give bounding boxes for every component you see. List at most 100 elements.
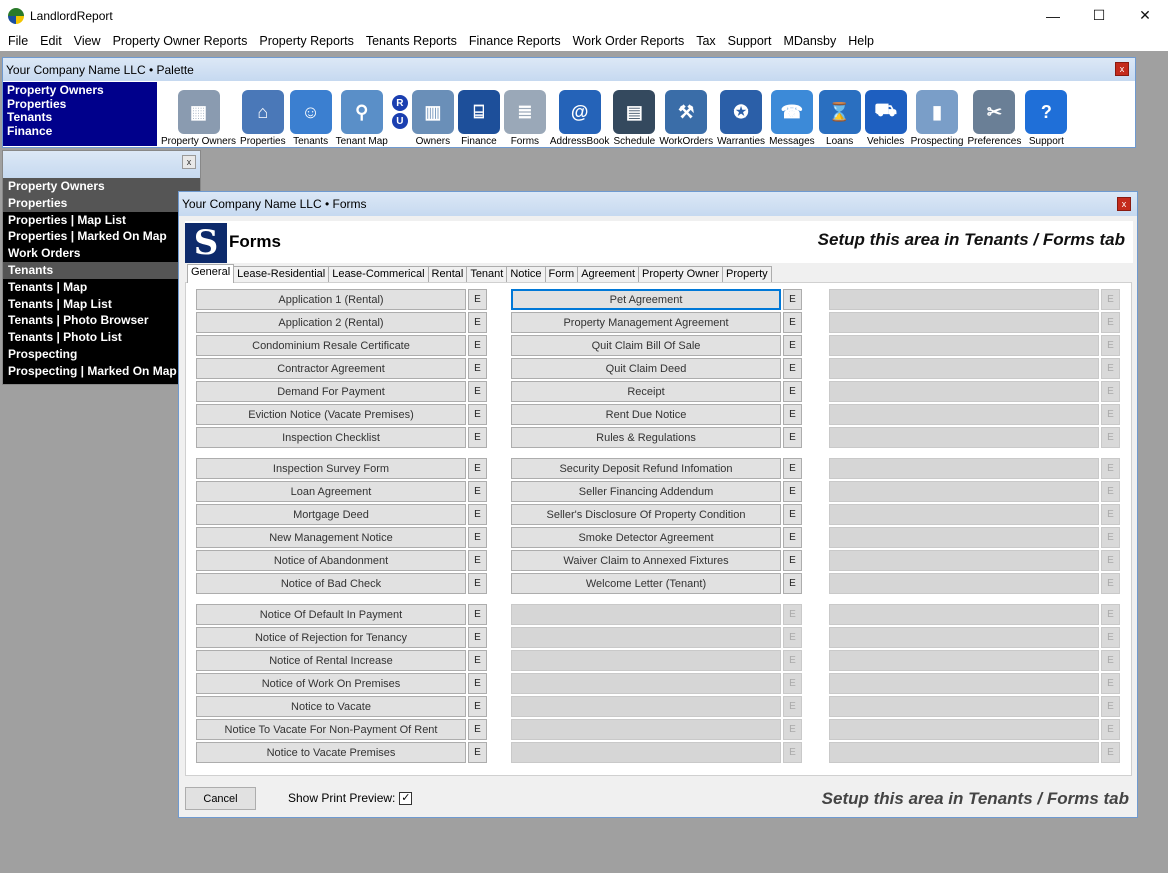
edit-form-button[interactable]: E: [468, 742, 487, 763]
edit-form-button[interactable]: E: [783, 550, 802, 571]
palette-addressbook-button[interactable]: @ AddressBook: [548, 90, 611, 147]
nav-item-work-orders[interactable]: Work Orders: [3, 245, 200, 262]
palette-schedule-button[interactable]: ▤ Schedule: [611, 90, 657, 147]
palette-loans-button[interactable]: ⌛ Loans: [817, 90, 863, 147]
edit-form-button[interactable]: E: [783, 381, 802, 402]
palette-owners-button[interactable]: ▥ Owners: [410, 90, 456, 147]
form-button-notice-of-rental-increase[interactable]: Notice of Rental Increase: [196, 650, 466, 671]
palette-forms-button[interactable]: ≣ Forms: [502, 90, 548, 147]
tab-form[interactable]: Form: [544, 266, 579, 283]
edit-form-button[interactable]: E: [468, 404, 487, 425]
edit-form-button[interactable]: E: [468, 604, 487, 625]
palette-close-button[interactable]: x: [1115, 62, 1129, 76]
maximize-button[interactable]: ☐: [1076, 0, 1122, 31]
menu-edit[interactable]: Edit: [34, 34, 68, 48]
edit-form-button[interactable]: E: [783, 504, 802, 525]
palette-vehicles-button[interactable]: ⛟ Vehicles: [863, 90, 909, 147]
form-button-notice-of-default-in-payment[interactable]: Notice Of Default In Payment: [196, 604, 466, 625]
edit-form-button[interactable]: E: [783, 427, 802, 448]
navigation-panel-close-button[interactable]: x: [182, 155, 196, 169]
tab-lease-residential[interactable]: Lease-Residential: [233, 266, 330, 283]
edit-form-button[interactable]: E: [468, 458, 487, 479]
form-button-rules-regulations[interactable]: Rules & Regulations: [511, 427, 781, 448]
form-button-new-management-notice[interactable]: New Management Notice: [196, 527, 466, 548]
palette-link-finance[interactable]: Finance: [7, 124, 153, 139]
form-button-notice-to-vacate[interactable]: Notice to Vacate: [196, 696, 466, 717]
form-button-welcome-letter-tenant[interactable]: Welcome Letter (Tenant): [511, 573, 781, 594]
edit-form-button[interactable]: E: [468, 358, 487, 379]
tab-lease-commerical[interactable]: Lease-Commerical: [328, 266, 429, 283]
navigation-panel-titlebar[interactable]: x: [3, 151, 200, 178]
nav-item-properties[interactable]: Properties: [3, 194, 200, 212]
forms-titlebar[interactable]: Your Company Name LLC • Forms x: [179, 192, 1137, 216]
ru-r-button[interactable]: R: [391, 95, 408, 111]
tab-agreement[interactable]: Agreement: [577, 266, 640, 283]
edit-form-button[interactable]: E: [468, 427, 487, 448]
palette-link-property-owners[interactable]: Property Owners: [7, 83, 153, 98]
form-button-property-management-agreement[interactable]: Property Management Agreement: [511, 312, 781, 333]
print-preview-checkbox[interactable]: ✓: [399, 791, 413, 805]
cancel-button[interactable]: Cancel: [185, 787, 256, 810]
edit-form-button[interactable]: E: [468, 312, 487, 333]
close-button[interactable]: ✕: [1122, 0, 1168, 31]
menu-view[interactable]: View: [68, 34, 107, 48]
form-button-notice-of-bad-check[interactable]: Notice of Bad Check: [196, 573, 466, 594]
tab-general[interactable]: General: [187, 264, 235, 283]
edit-form-button[interactable]: E: [468, 719, 487, 740]
form-button-application-1-rental[interactable]: Application 1 (Rental): [196, 289, 466, 310]
menu-work-order-reports[interactable]: Work Order Reports: [567, 34, 691, 48]
nav-item-prospecting-marked-on-map[interactable]: Prospecting | Marked On Map: [3, 363, 200, 380]
palette-property-owners-button[interactable]: ▦ Property Owners: [159, 90, 238, 147]
menu-support[interactable]: Support: [722, 34, 778, 48]
form-button-notice-of-rejection-for-tenancy[interactable]: Notice of Rejection for Tenancy: [196, 627, 466, 648]
menu-tenants-reports[interactable]: Tenants Reports: [360, 34, 463, 48]
nav-item-tenants-photo-list[interactable]: Tenants | Photo List: [3, 329, 200, 346]
tab-property[interactable]: Property: [722, 266, 772, 283]
forms-close-button[interactable]: x: [1117, 197, 1131, 211]
nav-item-properties-marked-on-map[interactable]: Properties | Marked On Map: [3, 228, 200, 245]
form-button-quit-claim-bill-of-sale[interactable]: Quit Claim Bill Of Sale: [511, 335, 781, 356]
edit-form-button[interactable]: E: [783, 312, 802, 333]
edit-form-button[interactable]: E: [468, 381, 487, 402]
menu-mdansby[interactable]: MDansby: [777, 34, 842, 48]
edit-form-button[interactable]: E: [468, 504, 487, 525]
edit-form-button[interactable]: E: [468, 627, 487, 648]
form-button-inspection-checklist[interactable]: Inspection Checklist: [196, 427, 466, 448]
ru-u-button[interactable]: U: [391, 113, 408, 129]
palette-prospecting-button[interactable]: ▮ Prospecting: [909, 90, 966, 147]
palette-preferences-button[interactable]: ✂ Preferences: [965, 90, 1023, 147]
palette-link-properties[interactable]: Properties: [7, 97, 153, 112]
edit-form-button[interactable]: E: [783, 358, 802, 379]
menu-tax[interactable]: Tax: [690, 34, 721, 48]
palette-link-tenants[interactable]: Tenants: [7, 110, 153, 125]
palette-tenant-map-button[interactable]: ⚲ Tenant Map: [334, 90, 390, 147]
palette-titlebar[interactable]: Your Company Name LLC • Palette x: [3, 58, 1135, 81]
form-button-rent-due-notice[interactable]: Rent Due Notice: [511, 404, 781, 425]
edit-form-button[interactable]: E: [468, 696, 487, 717]
edit-form-button[interactable]: E: [468, 481, 487, 502]
form-button-notice-to-vacate-premises[interactable]: Notice to Vacate Premises: [196, 742, 466, 763]
form-button-smoke-detector-agreement[interactable]: Smoke Detector Agreement: [511, 527, 781, 548]
palette-messages-button[interactable]: ☎ Messages: [767, 90, 817, 147]
edit-form-button[interactable]: E: [783, 404, 802, 425]
edit-form-button[interactable]: E: [468, 673, 487, 694]
form-button-receipt[interactable]: Receipt: [511, 381, 781, 402]
nav-item-tenants[interactable]: Tenants: [3, 261, 200, 279]
form-button-seller-financing-addendum[interactable]: Seller Financing Addendum: [511, 481, 781, 502]
form-button-quit-claim-deed[interactable]: Quit Claim Deed: [511, 358, 781, 379]
form-button-application-2-rental[interactable]: Application 2 (Rental): [196, 312, 466, 333]
tab-rental[interactable]: Rental: [427, 266, 468, 283]
form-button-demand-for-payment[interactable]: Demand For Payment: [196, 381, 466, 402]
menu-property-owner-reports[interactable]: Property Owner Reports: [107, 34, 254, 48]
form-button-waiver-claim-to-annexed-fixtures[interactable]: Waiver Claim to Annexed Fixtures: [511, 550, 781, 571]
palette-tenants-button[interactable]: ☺ Tenants: [288, 90, 334, 147]
nav-item-properties-map-list[interactable]: Properties | Map List: [3, 212, 200, 229]
edit-form-button[interactable]: E: [468, 573, 487, 594]
tab-property-owner[interactable]: Property Owner: [638, 266, 724, 283]
palette-support-button[interactable]: ? Support: [1023, 90, 1069, 147]
nav-item-tenants-map-list[interactable]: Tenants | Map List: [3, 296, 200, 313]
palette-finance-button[interactable]: ⌸ Finance: [456, 90, 502, 147]
nav-item-tenants-map[interactable]: Tenants | Map: [3, 279, 200, 296]
tab-notice[interactable]: Notice: [506, 266, 546, 283]
edit-form-button[interactable]: E: [468, 650, 487, 671]
